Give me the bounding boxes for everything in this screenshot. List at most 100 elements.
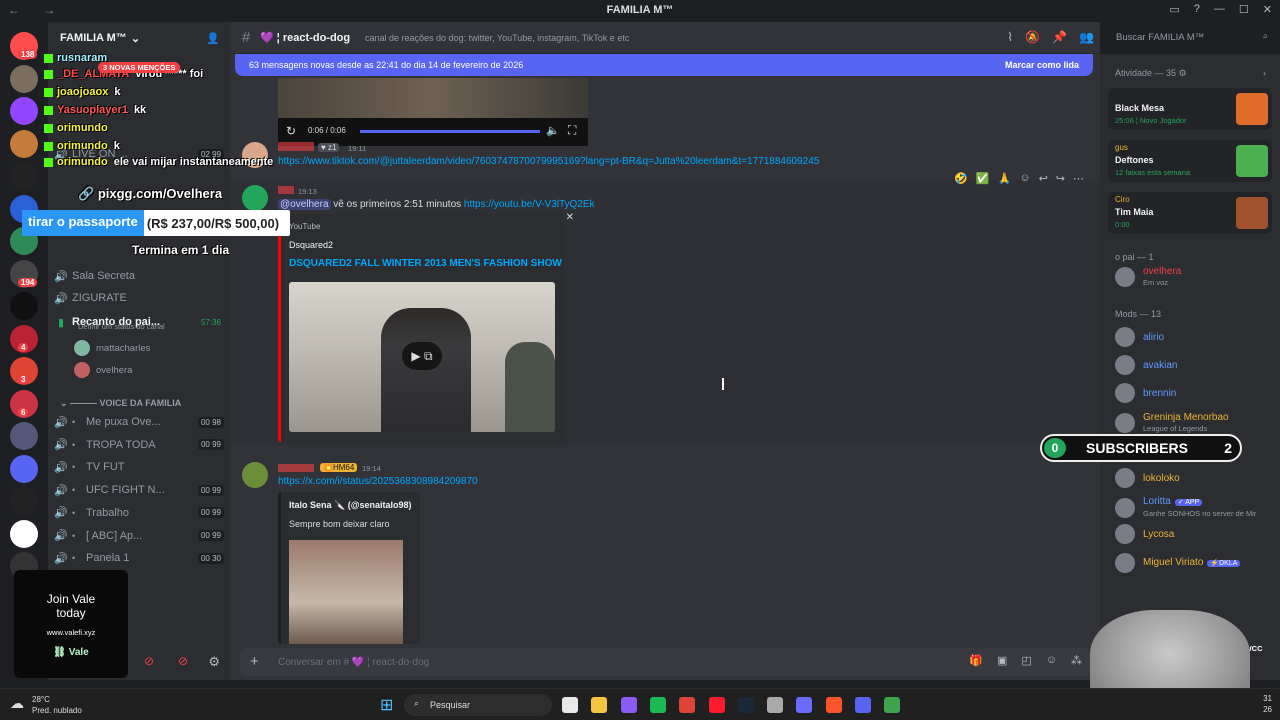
- channel-status-prompt[interactable]: Definir um status do canal: [78, 322, 165, 331]
- member-item[interactable]: brennin: [1115, 383, 1176, 404]
- channel-sala-secreta[interactable]: 🔊 Sala Secreta: [54, 266, 224, 286]
- video-thumbnail[interactable]: ▶ ⧉: [289, 282, 555, 432]
- server-icon[interactable]: [10, 487, 38, 515]
- emoji-icon[interactable]: ☺: [1046, 654, 1057, 667]
- add-member-icon[interactable]: 👤: [206, 32, 220, 45]
- folder-icon[interactable]: [591, 697, 608, 713]
- brave-icon[interactable]: [825, 697, 842, 713]
- chevron-right-icon[interactable]: ›: [1263, 68, 1266, 78]
- threads-icon[interactable]: ⌇: [1007, 30, 1013, 44]
- gif-icon[interactable]: ▣: [997, 654, 1007, 667]
- user-mention[interactable]: @ovelhera: [278, 199, 331, 210]
- video-progress-bar[interactable]: [360, 130, 540, 133]
- replay-icon[interactable]: ↻: [286, 124, 296, 138]
- voice-channel[interactable]: 🔊 • [ ABC] Ap... 00 99: [54, 526, 224, 546]
- member-item[interactable]: lokoloko: [1115, 468, 1180, 488]
- embed-image[interactable]: [289, 540, 403, 644]
- discord-icon[interactable]: [855, 697, 871, 713]
- avatar[interactable]: [242, 462, 268, 488]
- message-composer[interactable]: + Conversar em # 💜 ¦ react-do-dog 🎁 ▣ ◰ …: [240, 648, 1090, 676]
- embed-author[interactable]: Dsquared2: [289, 240, 333, 250]
- mark-as-read-button[interactable]: Marcar como lida: [1005, 60, 1079, 70]
- settings-icon[interactable]: ⚙: [208, 654, 220, 670]
- server-icon[interactable]: [10, 519, 38, 548]
- activity-card[interactable]: gus Deftones 12 faixas esta semana: [1108, 140, 1272, 182]
- member-item[interactable]: Miguel Viriato ⚡DKLA: [1115, 552, 1241, 573]
- voice-channel[interactable]: 🔊 • Me puxa Ove... 00 98: [54, 412, 224, 432]
- member-item[interactable]: ovelhera Em voz: [1115, 266, 1181, 288]
- server-icon[interactable]: [10, 292, 38, 320]
- guild-header[interactable]: FAMILIA M™ ⌄ 👤: [48, 22, 230, 54]
- server-icon[interactable]: [10, 97, 38, 125]
- reply-icon[interactable]: ↩: [1039, 172, 1048, 185]
- reaction-pray-icon[interactable]: 🙏: [998, 172, 1012, 185]
- member-item[interactable]: Lycosa: [1115, 524, 1174, 545]
- terminal-icon[interactable]: [884, 697, 901, 713]
- pin-icon[interactable]: 📌: [1052, 30, 1067, 44]
- message-link[interactable]: https://youtu.be/V-V3lTyQ2Ek: [464, 199, 595, 210]
- voice-member[interactable]: mattacharles: [74, 340, 150, 356]
- calculator-icon[interactable]: [620, 697, 637, 713]
- clock[interactable]: 31 26: [1263, 693, 1272, 715]
- reaction-check-icon[interactable]: ✅: [976, 172, 990, 185]
- member-item[interactable]: avakian: [1115, 355, 1177, 376]
- avatar[interactable]: [242, 185, 268, 211]
- category-header[interactable]: ⌄ ——— VOICE DA FAMILIA: [60, 398, 181, 409]
- more-icon[interactable]: ⋯: [1073, 172, 1084, 185]
- voice-channel[interactable]: 🔊 • TV FUT: [54, 457, 224, 477]
- voice-channel[interactable]: 🔊 • Panela 1 00 30: [54, 548, 224, 568]
- steelseries-icon[interactable]: [767, 697, 784, 713]
- gift-icon[interactable]: 🎁: [969, 654, 983, 667]
- video-embed[interactable]: ↻ 0:06 / 0:06 🔈 ⛶: [278, 78, 588, 146]
- maximize-button[interactable]: ☐: [1239, 3, 1249, 16]
- file-explorer-icon[interactable]: [562, 697, 578, 713]
- voice-channel[interactable]: 🔊 • Trabalho 00 99: [54, 503, 224, 523]
- play-button[interactable]: ▶ ⧉: [402, 342, 442, 370]
- mute-icon[interactable]: ⊘: [144, 654, 154, 668]
- add-attachment-icon[interactable]: +: [250, 653, 259, 670]
- server-icon[interactable]: [10, 454, 38, 483]
- server-icon[interactable]: [10, 64, 38, 93]
- message-author-redacted[interactable]: [278, 142, 314, 151]
- chrome-icon[interactable]: [679, 697, 696, 713]
- search-input[interactable]: Buscar FAMILIA M™ ⌕: [1110, 28, 1274, 48]
- steam-icon[interactable]: [737, 697, 754, 713]
- server-icon[interactable]: [10, 129, 38, 158]
- deafen-icon[interactable]: ⊘: [178, 654, 188, 668]
- sticker-icon[interactable]: ◰: [1021, 654, 1031, 667]
- fullscreen-icon[interactable]: ⛶: [568, 123, 576, 138]
- member-item[interactable]: alirio: [1115, 327, 1164, 347]
- voice-member[interactable]: ovelhera: [74, 362, 132, 378]
- voice-channel[interactable]: 🔊 • TROPA TODA 00 99: [54, 435, 224, 455]
- mentions-pill[interactable]: 3 NOVAS MENÇÕES: [98, 62, 181, 73]
- obs-icon[interactable]: [796, 697, 813, 713]
- embed-close-icon[interactable]: ✕: [566, 212, 574, 223]
- reaction-laugh-icon[interactable]: 🤣: [954, 172, 968, 185]
- add-reaction-icon[interactable]: ☺: [1019, 172, 1030, 185]
- member-item[interactable]: Loritta ✓ APP Ganhe SONHOS no server de Mi…: [1115, 496, 1256, 519]
- activity-card[interactable]: Ciro Tim Maia 0:00: [1108, 192, 1272, 234]
- member-item[interactable]: Greninja Menorbao League of Legends: [1115, 412, 1229, 434]
- channel-zigurate[interactable]: 🔊 ZIGURATE: [54, 288, 224, 308]
- message-author-redacted[interactable]: [278, 464, 314, 472]
- spotify-icon[interactable]: [649, 697, 666, 713]
- message-link[interactable]: https://www.tiktok.com/@juttaleerdam/vid…: [278, 156, 819, 167]
- forward-icon[interactable]: ↪: [1056, 172, 1065, 185]
- opera-icon[interactable]: [708, 697, 725, 713]
- taskbar-search[interactable]: ⌕ Pesquisar: [404, 694, 552, 716]
- volume-icon[interactable]: 🔈: [546, 124, 560, 137]
- activity-card[interactable]: Black Mesa 25:06 ¦ Novo Jogador: [1108, 88, 1272, 130]
- message-link[interactable]: https://x.com/i/status/20253683089842098…: [278, 476, 478, 487]
- voice-channel[interactable]: 🔊 • UFC FIGHT N... 00 99: [54, 480, 224, 500]
- start-button[interactable]: ⊞: [380, 695, 393, 715]
- inbox-icon[interactable]: ▭: [1169, 3, 1179, 16]
- help-icon[interactable]: ?: [1194, 3, 1200, 16]
- server-icon[interactable]: [10, 422, 38, 450]
- minimize-button[interactable]: —: [1214, 3, 1225, 16]
- channel-topic[interactable]: canal de reações do dog: twitter, YouTub…: [365, 33, 629, 43]
- new-messages-bar[interactable]: 63 mensagens novas desde as 22:41 do dia…: [235, 54, 1093, 76]
- member-list-icon[interactable]: 👥: [1079, 30, 1094, 44]
- message-author-redacted[interactable]: [278, 186, 294, 194]
- server-icon[interactable]: [10, 162, 38, 190]
- apps-icon[interactable]: ⁂: [1071, 654, 1082, 667]
